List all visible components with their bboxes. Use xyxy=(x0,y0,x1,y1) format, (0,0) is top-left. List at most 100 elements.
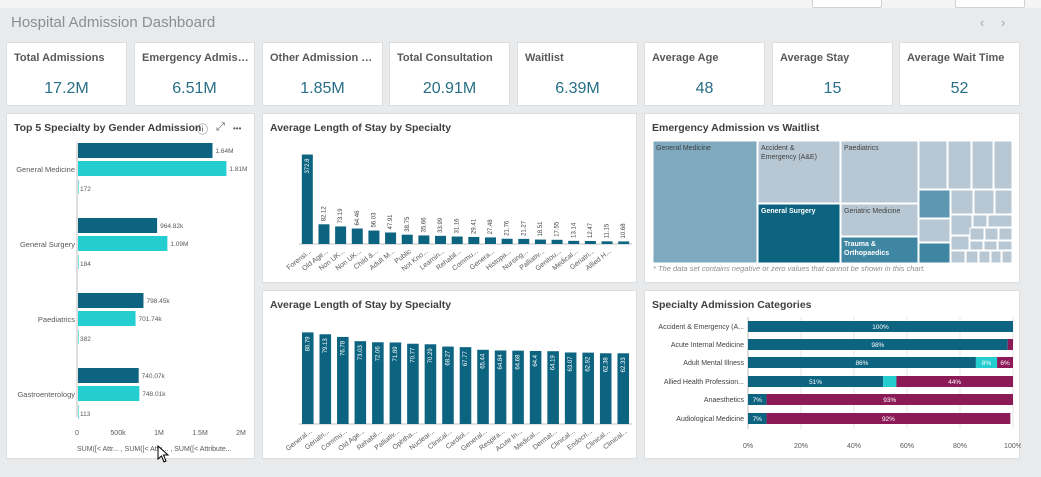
stacked-bar-chart: Accident & Emergency (A... 100% Acute Inte… xyxy=(658,317,1021,450)
kpi-total-consultation[interactable]: Total Consultation 20.91M xyxy=(389,42,510,106)
kpi-label: Average Stay xyxy=(780,52,850,64)
data-label: 71.89 xyxy=(393,346,399,362)
treemap-cell xyxy=(984,227,999,241)
treemap-cell xyxy=(990,250,1002,264)
emergency-vs-waitlist-panel[interactable]: Emergency Admission vs Waitlist General … xyxy=(644,113,1020,283)
previous-sheet-button[interactable]: ‹ xyxy=(980,15,984,30)
bar xyxy=(418,235,430,244)
category-label: General Medicine xyxy=(16,165,75,174)
data-label: 64.19 xyxy=(551,355,557,371)
gender-admission-panel[interactable]: Top 5 Specialty by Gender Admission ⓘ ⤢ … xyxy=(6,113,255,459)
toolbar-button[interactable] xyxy=(955,0,1025,8)
data-label: 172 xyxy=(80,186,91,193)
treemap-label: General Medicine xyxy=(656,145,711,152)
toolbar-button[interactable] xyxy=(812,0,882,8)
treemap-cell xyxy=(950,189,974,215)
treemap-cell xyxy=(652,140,758,264)
category-label: Allied Health Profession... xyxy=(664,379,744,386)
kpi-label: Emergency Admission xyxy=(142,52,252,64)
treemap-cell xyxy=(947,140,972,190)
bar xyxy=(335,226,347,244)
kpi-value: 6.51M xyxy=(172,80,217,97)
data-label: 10.68 xyxy=(621,223,627,239)
kpi-waitlist[interactable]: Waitlist 6.39M xyxy=(517,42,638,106)
next-sheet-button[interactable]: › xyxy=(1001,15,1005,30)
data-label: 13.14 xyxy=(571,222,577,238)
bar xyxy=(618,241,630,244)
stay-by-specialty-panel-bottom[interactable]: Average Length of Stay by Specialty 80.7… xyxy=(262,290,637,459)
bar xyxy=(385,232,397,244)
data-label: 27.48 xyxy=(488,219,494,235)
data-label: 62.38 xyxy=(603,357,609,373)
specialty-categories-panel[interactable]: Specialty Admission Categories Accident … xyxy=(644,290,1021,459)
treemap-cell xyxy=(918,189,951,219)
category-label: Audiological Medicine xyxy=(676,416,744,423)
treemap-cell xyxy=(973,189,995,215)
kpi-label: Total Consultation xyxy=(397,52,493,64)
kpi-average-age[interactable]: Average Age 48 xyxy=(644,42,765,106)
treemap-cell xyxy=(998,227,1013,241)
kpi-other-admission-methods[interactable]: Other Admission Met... 1.85M xyxy=(262,42,383,106)
legend-label: SUM([< Attr... , SUM([< Attri... , SUM([… xyxy=(77,446,232,453)
kpi-value: 48 xyxy=(695,80,714,97)
data-label: 44% xyxy=(948,379,961,386)
kpi-emergency-admission[interactable]: Emergency Admission 6.51M xyxy=(134,42,255,106)
kpi-average-stay[interactable]: Average Stay 15 xyxy=(772,42,893,106)
tick-label: 0% xyxy=(743,443,753,450)
data-label: 80.79 xyxy=(305,336,311,352)
page-title: Hospital Admission Dashboard xyxy=(11,14,216,31)
kpi-label: Total Admissions xyxy=(14,52,105,64)
data-label: 82.12 xyxy=(322,206,328,222)
kpi-value: 17.2M xyxy=(44,80,89,97)
stay-bar-chart-bottom: 80.79 79.13 76.78 73.03 72.06 71.89 70.77 70.29… xyxy=(285,332,632,453)
data-label: 64.84 xyxy=(498,354,504,370)
kpi-label: Other Admission Met... xyxy=(270,52,380,64)
treemap-cell xyxy=(1001,250,1013,264)
treemap-label: Emergency (A&E) xyxy=(761,154,817,161)
data-label: 1.09M xyxy=(170,241,188,248)
data-label: 92% xyxy=(882,416,895,423)
data-label: 68.27 xyxy=(446,350,452,366)
bar xyxy=(551,239,563,244)
bar xyxy=(78,330,79,344)
data-label: 51% xyxy=(809,379,822,386)
treemap-cell xyxy=(918,242,951,264)
bar xyxy=(568,240,580,244)
tick-label: 100% xyxy=(1004,443,1021,450)
treemap-label: Orthopaedics xyxy=(844,250,889,257)
bar xyxy=(518,238,530,244)
gender-bar-chart: General Medicine 1.64M 1.81M 172 General Sur… xyxy=(16,142,247,453)
bar xyxy=(435,235,447,244)
tick-label: 40% xyxy=(847,443,861,450)
kpi-value: 1.85M xyxy=(300,80,345,97)
tick-label: 80% xyxy=(953,443,967,450)
category-label: Paediatrics xyxy=(38,315,75,324)
bar-segment xyxy=(1007,339,1013,350)
data-label: 72.06 xyxy=(375,346,381,362)
bar xyxy=(501,238,513,244)
bar-segment xyxy=(883,376,897,387)
data-label: 964.82k xyxy=(160,223,184,230)
kpi-total-admissions[interactable]: Total Admissions 17.2M xyxy=(6,42,127,106)
bar xyxy=(78,255,79,269)
tick-label: 20% xyxy=(794,443,808,450)
data-label: 17.55 xyxy=(555,221,561,237)
data-label: 73.19 xyxy=(338,208,344,224)
bar xyxy=(484,237,496,244)
treemap-label: Trauma & xyxy=(844,241,876,248)
data-label: 31.16 xyxy=(455,218,461,234)
treemap-cell xyxy=(969,240,984,251)
data-label: 63.07 xyxy=(568,356,574,372)
kpi-value: 20.91M xyxy=(422,80,477,97)
data-label: 38.75 xyxy=(405,216,411,232)
bar xyxy=(78,368,139,383)
kpi-average-wait-time[interactable]: Average Wait Time 52 xyxy=(899,42,1020,106)
kpi-label: Average Age xyxy=(652,52,719,64)
data-label: 70.77 xyxy=(410,347,416,363)
data-label: 73.03 xyxy=(358,345,364,361)
data-label: 748.01k xyxy=(142,391,166,398)
stay-by-specialty-panel-top[interactable]: Average Length of Stay by Specialty 372.… xyxy=(262,113,637,283)
data-label: 1.81M xyxy=(229,166,247,173)
treemap-label: Accident & xyxy=(761,145,795,152)
category-label: Accident & Emergency (A... xyxy=(658,324,744,331)
